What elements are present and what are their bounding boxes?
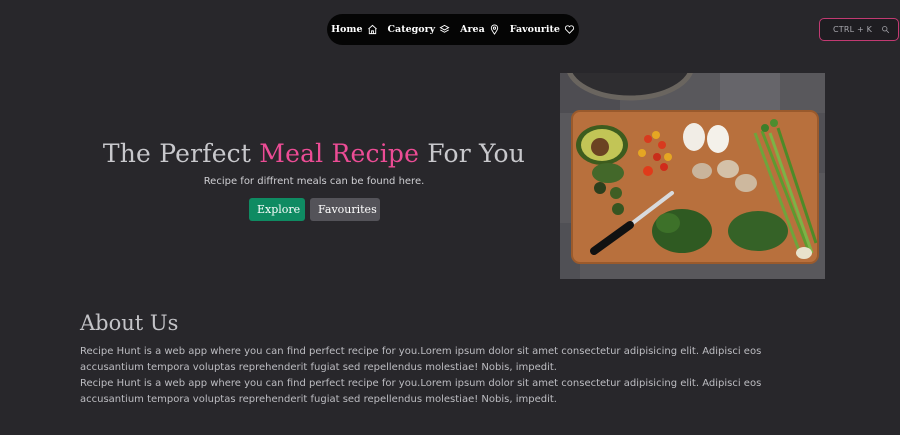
nav-category[interactable]: Category: [388, 24, 451, 35]
home-icon: [367, 24, 377, 35]
hero-title-prefix: The Perfect: [102, 139, 260, 168]
nav-area-label: Area: [460, 24, 485, 35]
about-title: About Us: [80, 311, 179, 335]
heart-icon: [564, 25, 574, 34]
hero-title: The Perfect Meal Recipe For You: [90, 139, 538, 168]
main-navbar: Home Category Area Favourite: [327, 14, 579, 45]
nav-category-label: Category: [387, 24, 436, 35]
nav-home-label: Home: [331, 24, 363, 35]
nav-favourite-label: Favourite: [509, 24, 560, 35]
layers-icon: [439, 24, 450, 33]
about-paragraph-2: Recipe Hunt is a web app where you can f…: [80, 378, 762, 405]
nav-home[interactable]: Home: [331, 24, 377, 35]
explore-button[interactable]: Explore: [249, 198, 305, 221]
about-text: Recipe Hunt is a web app where you can f…: [80, 344, 825, 408]
hero-image: [560, 73, 825, 279]
about-paragraph-1: Recipe Hunt is a web app where you can f…: [80, 346, 762, 373]
hero-actions: Explore Favourites: [249, 198, 380, 221]
nav-area[interactable]: Area: [460, 24, 500, 35]
hero-title-suffix: For You: [419, 139, 526, 168]
search-shortcut: CTRL + K: [833, 25, 873, 34]
hero-subtitle: Recipe for diffrent meals can be found h…: [203, 176, 425, 187]
search-icon: [882, 26, 890, 34]
search-button[interactable]: CTRL + K: [819, 18, 899, 41]
map-pin-icon: [490, 24, 498, 35]
nav-favourite[interactable]: Favourite: [510, 24, 575, 35]
food-cutting-board-image: [560, 73, 825, 279]
favourites-button[interactable]: Favourites: [310, 198, 380, 221]
hero-title-accent: Meal Recipe: [259, 139, 420, 168]
